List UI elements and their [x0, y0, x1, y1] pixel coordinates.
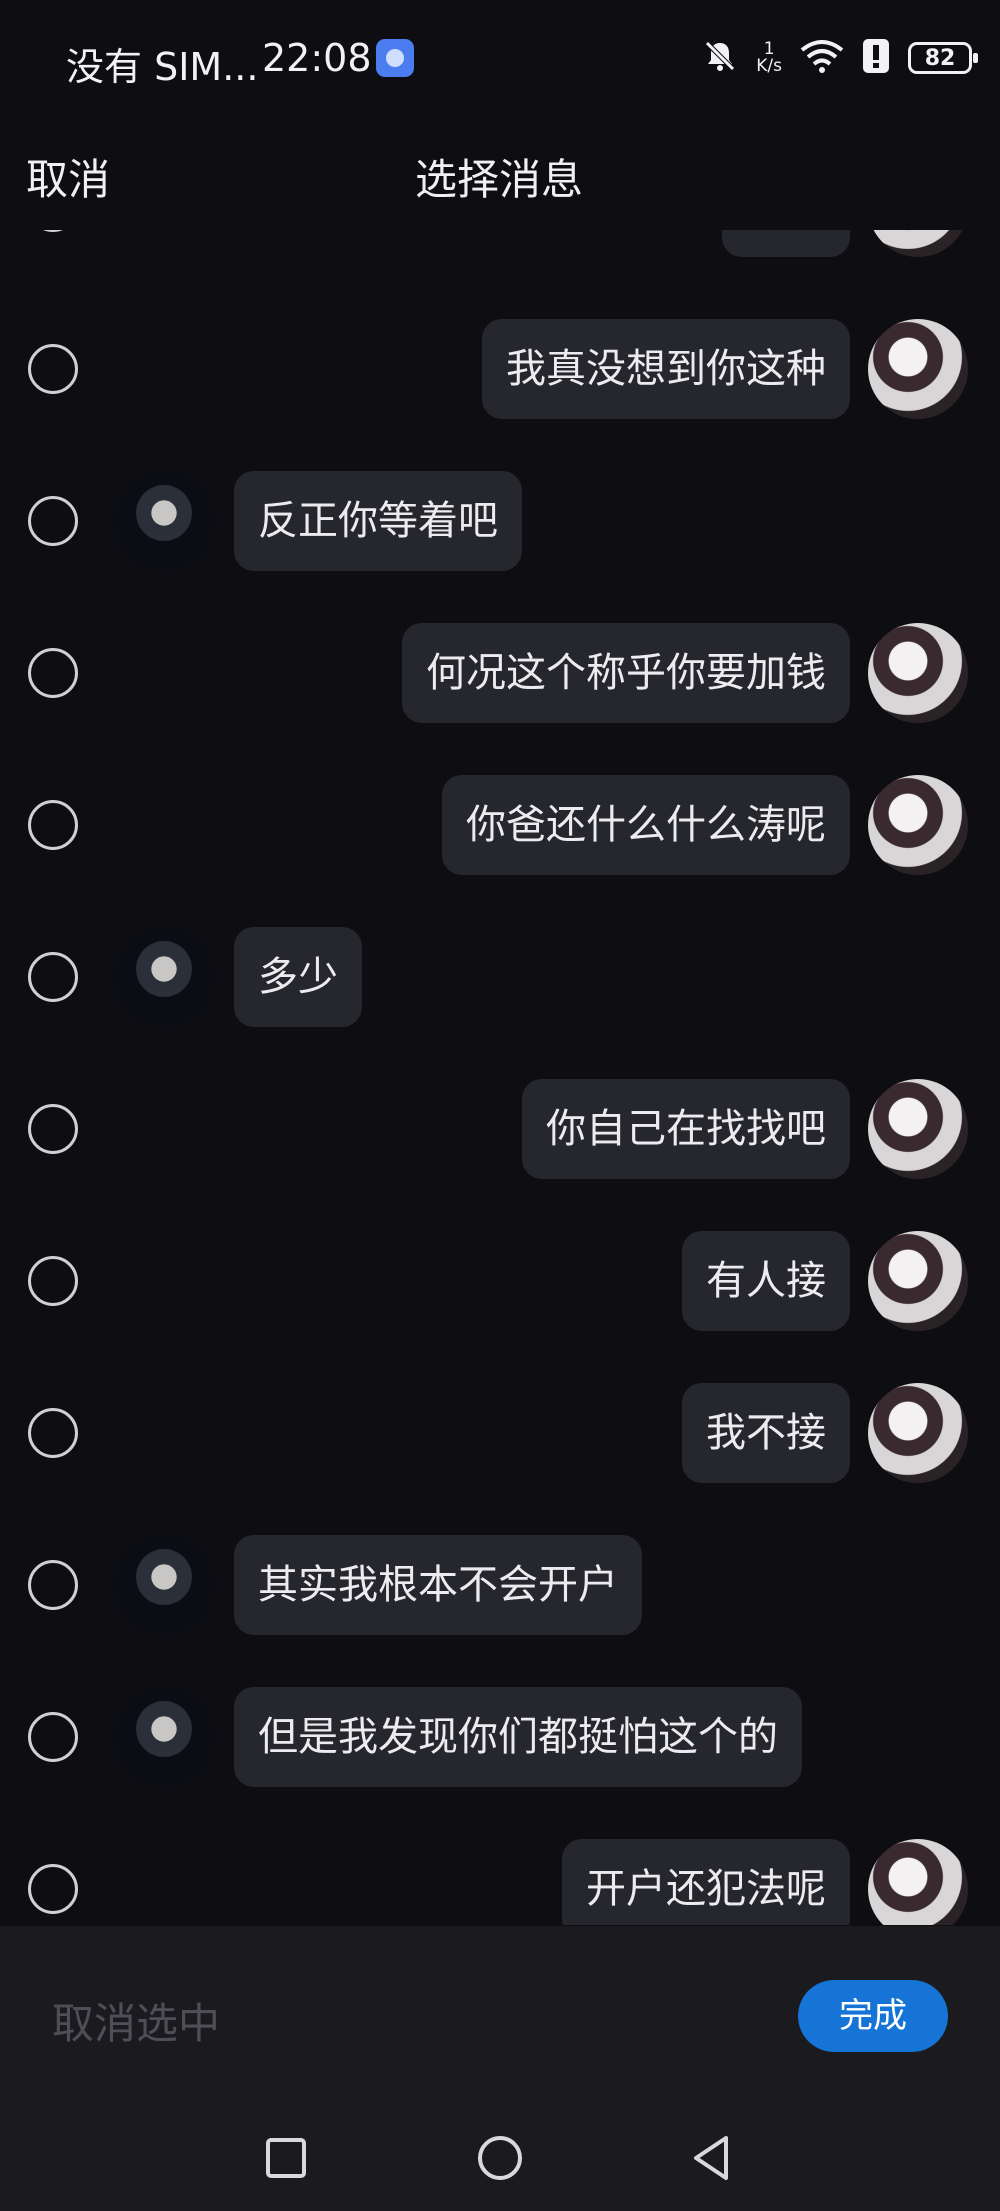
clock: 22:08	[262, 36, 372, 80]
page-title: 选择消息	[0, 146, 1000, 207]
message-bubble: 你自己在找找吧	[522, 1079, 850, 1179]
avatar	[868, 623, 968, 723]
page-title-text: 选择消息	[414, 155, 583, 204]
message-row[interactable]: 其实我根本不会开户	[0, 1530, 1000, 1640]
select-radio[interactable]	[28, 1712, 78, 1762]
avatar	[114, 927, 214, 1027]
message-row[interactable]: 我不接	[0, 1378, 1000, 1488]
select-radio[interactable]	[28, 1560, 78, 1610]
battery-icon: 82	[908, 42, 978, 74]
message-bubble: 反正你等着吧	[234, 471, 522, 571]
wifi-icon	[800, 39, 844, 77]
message-row[interactable]: 有人接	[0, 1226, 1000, 1336]
message-bubble: 开户还犯法呢	[562, 1839, 850, 1925]
select-radio[interactable]	[28, 1256, 78, 1306]
status-icons: 1 K/s 82	[702, 34, 978, 82]
status-bar: 没有 SIM... 22:08 1 K/s 82	[0, 0, 1000, 120]
message-row[interactable]: 反正你等着吧	[0, 466, 1000, 576]
system-nav-bar	[0, 2106, 1000, 2211]
message-bubble: 多少	[234, 927, 362, 1027]
message-bubble: 我真没想到你这种	[482, 319, 850, 419]
battery-level: 82	[924, 45, 956, 71]
recent-apps-icon[interactable]	[254, 2126, 318, 2190]
avatar	[868, 230, 968, 257]
message-bubble: 何况这个称乎你要加钱	[402, 623, 850, 723]
avatar	[868, 319, 968, 419]
select-radio[interactable]	[28, 496, 78, 546]
select-radio[interactable]	[28, 952, 78, 1002]
message-row[interactable]: 你自己在找找吧	[0, 1074, 1000, 1184]
avatar	[868, 775, 968, 875]
select-radio[interactable]	[28, 1104, 78, 1154]
network-speed: 1 K/s	[756, 41, 782, 75]
alert-icon	[862, 38, 890, 78]
avatar	[114, 1687, 214, 1787]
home-icon[interactable]	[468, 2126, 532, 2190]
message-row[interactable]: 这了	[0, 230, 1000, 262]
avatar	[868, 1231, 968, 1331]
selection-action-bar: 取消选中 完成	[0, 1926, 1000, 2106]
carrier-text: 没有 SIM...	[66, 45, 259, 89]
avatar	[114, 471, 214, 571]
message-bubble: 我不接	[682, 1383, 850, 1483]
message-row[interactable]: 何况这个称乎你要加钱	[0, 618, 1000, 728]
select-radio[interactable]	[28, 230, 78, 232]
app-notification-icon	[376, 39, 414, 77]
back-icon[interactable]	[680, 2126, 744, 2190]
avatar	[114, 1535, 214, 1635]
speed-unit: K/s	[756, 56, 782, 76]
message-list[interactable]: 这了 我真没想到你这种 反正你等着吧 何况这个称乎你要加钱 你爸还什么什么涛呢 …	[0, 230, 1000, 1925]
message-row[interactable]: 但是我发现你们都挺怕这个的	[0, 1682, 1000, 1792]
mute-bell-icon	[702, 38, 738, 78]
header: 取消 选择消息	[0, 120, 1000, 230]
message-bubble: 这了	[722, 230, 850, 257]
message-bubble: 有人接	[682, 1231, 850, 1331]
message-row[interactable]: 开户还犯法呢	[0, 1834, 1000, 1925]
avatar	[868, 1079, 968, 1179]
avatar	[868, 1839, 968, 1925]
unselect-button[interactable]: 取消选中	[52, 1990, 220, 2051]
message-bubble: 你爸还什么什么涛呢	[442, 775, 850, 875]
message-bubble: 其实我根本不会开户	[234, 1535, 642, 1635]
message-row[interactable]: 你爸还什么什么涛呢	[0, 770, 1000, 880]
select-radio[interactable]	[28, 800, 78, 850]
message-row[interactable]: 我真没想到你这种	[0, 314, 1000, 424]
message-bubble: 但是我发现你们都挺怕这个的	[234, 1687, 802, 1787]
done-button[interactable]: 完成	[798, 1980, 948, 2052]
select-radio[interactable]	[28, 648, 78, 698]
select-radio[interactable]	[28, 1864, 78, 1914]
select-radio[interactable]	[28, 1408, 78, 1458]
message-row[interactable]: 多少	[0, 922, 1000, 1032]
avatar	[868, 1383, 968, 1483]
select-radio[interactable]	[28, 344, 78, 394]
